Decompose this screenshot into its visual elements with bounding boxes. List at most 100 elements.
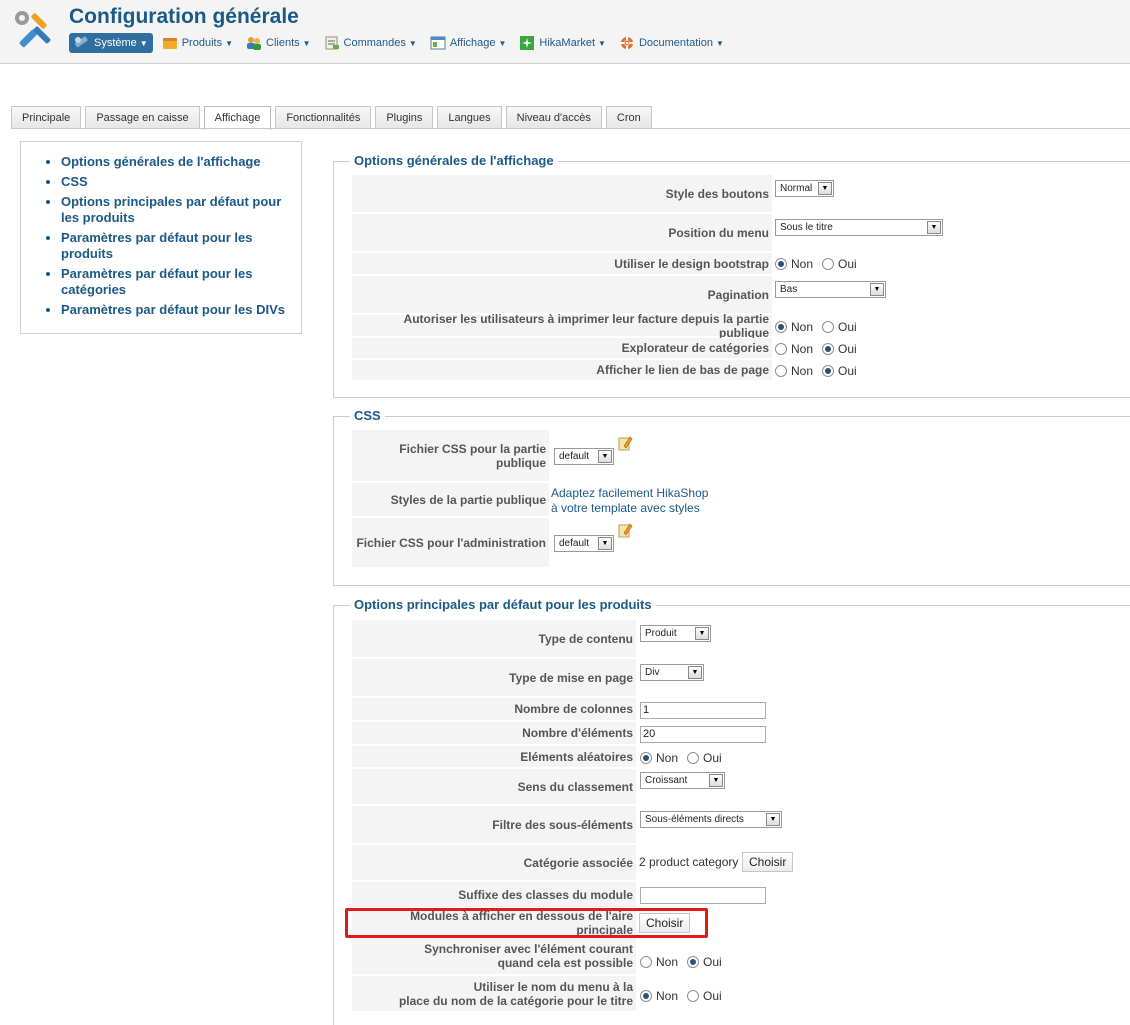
footer-link-radio-group: Non Oui: [775, 364, 866, 378]
elements-input[interactable]: 20: [640, 726, 766, 743]
field-label: Synchroniser avec l'élément courant quan…: [352, 938, 636, 975]
footer-link-no-radio[interactable]: [775, 365, 787, 377]
tab-niveau-acces[interactable]: Niveau d'accès: [505, 106, 602, 129]
chevron-down-icon: ▼: [225, 38, 233, 48]
nav-link-product-main-options[interactable]: Options principales par défaut pour les …: [61, 194, 281, 225]
layout-type-select[interactable]: Div ▼: [640, 664, 704, 681]
menu-clients[interactable]: Clients ▼: [242, 33, 315, 53]
chevron-down-icon: ▼: [927, 221, 941, 234]
row-suffix: Suffixe des classes du module: [352, 882, 1130, 908]
chevron-down-icon: ▼: [766, 813, 780, 826]
field-label: Fichier CSS pour la partie publique: [352, 430, 549, 482]
menu-name-radio-group: Non Oui: [640, 989, 731, 1003]
menu-produits[interactable]: Produits ▼: [158, 33, 237, 53]
suffix-input[interactable]: [640, 887, 766, 904]
products-icon: [162, 38, 177, 49]
top-menu: Système ▼ Produits ▼ Clients ▼ Commandes ▼ A…: [69, 33, 733, 53]
tab-passage-en-caisse[interactable]: Passage en caisse: [85, 106, 200, 129]
menu-systeme[interactable]: Système ▼: [69, 33, 153, 53]
page-header: Configuration générale Système ▼ Produits…: [0, 0, 1130, 64]
admin-css-select[interactable]: default ▼: [554, 535, 614, 552]
field-label: Catégorie associée: [352, 845, 636, 881]
nav-link-div-defaults[interactable]: Paramètres par défaut pour les DIVs: [61, 302, 285, 317]
nav-link-product-defaults[interactable]: Paramètres par défaut pour les produits: [61, 230, 252, 261]
tab-divider: [11, 128, 1130, 129]
row-front-styles: Styles de la partie publique Adaptez fac…: [352, 483, 1130, 517]
menu-hikamarket[interactable]: HikaMarket ▼: [515, 33, 610, 53]
nav-item: Paramètres par défaut pour les produits: [61, 230, 291, 262]
nav-item: Paramètres par défaut pour les DIVs: [61, 302, 291, 318]
sort-order-select[interactable]: Croissant ▼: [640, 772, 725, 789]
row-admin-css: Fichier CSS pour l'administration defaul…: [352, 518, 1130, 568]
row-columns: Nombre de colonnes 1: [352, 698, 1130, 721]
field-label: Utiliser le nom du menu à la place du no…: [352, 976, 636, 1012]
category-choose-button[interactable]: Choisir: [742, 852, 794, 872]
row-button-style: Style des boutons Normal ▼: [352, 175, 1130, 213]
bootstrap-no-radio[interactable]: [775, 258, 787, 270]
edit-icon[interactable]: [617, 435, 633, 451]
nav-link-general-display[interactable]: Options générales de l'affichage: [61, 154, 261, 169]
tab-plugins[interactable]: Plugins: [375, 106, 434, 129]
menu-name-yes-radio[interactable]: [687, 990, 700, 1002]
row-sort-order: Sens du classement Croissant ▼: [352, 769, 1130, 805]
sync-yes-radio[interactable]: [687, 956, 700, 968]
row-sub-filter: Filtre des sous-éléments Sous-éléments d…: [352, 806, 1130, 844]
field-label: Filtre des sous-éléments: [352, 806, 636, 844]
row-footer-link: Afficher le lien de bas de page Non Oui: [352, 360, 1130, 381]
row-print-invoice: Autoriser les utilisateurs à imprimer le…: [352, 312, 1130, 340]
highlight-box: [345, 908, 708, 938]
field-label: Explorateur de catégories: [352, 338, 772, 359]
menu-position-select[interactable]: Sous le titre ▼: [775, 219, 943, 236]
menu-affichage[interactable]: Affichage ▼: [426, 33, 511, 53]
display-icon: [430, 36, 446, 50]
row-menu-position: Position du menu Sous le titre ▼: [352, 214, 1130, 252]
print-invoice-no-radio[interactable]: [775, 321, 787, 333]
nav-link-category-defaults[interactable]: Paramètres par défaut pour les catégorie…: [61, 266, 252, 297]
chevron-down-icon: ▼: [598, 38, 606, 48]
field-label: Sens du classement: [352, 769, 636, 805]
tab-affichage[interactable]: Affichage: [203, 106, 272, 130]
random-yes-radio[interactable]: [687, 752, 700, 764]
nav-link-css[interactable]: CSS: [61, 174, 88, 189]
hikamarket-icon: [520, 36, 535, 50]
random-no-radio[interactable]: [640, 752, 652, 764]
field-label: Eléments aléatoires: [352, 746, 636, 768]
field-label: Styles de la partie publique: [352, 483, 549, 517]
category-explorer-no-radio[interactable]: [775, 343, 787, 355]
row-sync: Synchroniser avec l'élément courant quan…: [352, 938, 1130, 975]
row-category: Catégorie associée 2 product category Ch…: [352, 845, 1130, 881]
fieldset-legend: Options principales par défaut pour les …: [350, 597, 656, 612]
edit-icon[interactable]: [617, 522, 633, 538]
row-layout-type: Type de mise en page Div ▼: [352, 659, 1130, 697]
columns-input[interactable]: 1: [640, 702, 766, 719]
menu-name-no-radio[interactable]: [640, 990, 652, 1002]
sync-radio-group: Non Oui: [640, 955, 731, 969]
row-front-css: Fichier CSS pour la partie publique defa…: [352, 430, 1130, 482]
button-style-select[interactable]: Normal ▼: [775, 180, 834, 197]
tab-cron[interactable]: Cron: [605, 106, 652, 129]
row-elements: Nombre d'éléments 20: [352, 722, 1130, 745]
tab-fonctionnalites[interactable]: Fonctionnalités: [275, 106, 372, 129]
field-label: Style des boutons: [352, 175, 772, 213]
category-explorer-yes-radio[interactable]: [822, 343, 835, 355]
field-label: Type de contenu: [352, 620, 636, 658]
front-styles-link[interactable]: Adaptez facilement HikaShop à votre temp…: [551, 486, 708, 520]
bootstrap-yes-radio[interactable]: [822, 258, 835, 270]
tab-principale[interactable]: Principale: [11, 106, 82, 129]
sub-filter-select[interactable]: Sous-éléments directs ▼: [640, 811, 782, 828]
field-label: Type de mise en page: [352, 659, 636, 697]
field-label: Nombre de colonnes: [352, 698, 636, 721]
tab-langues[interactable]: Langues: [437, 106, 502, 129]
print-invoice-yes-radio[interactable]: [822, 321, 835, 333]
row-bootstrap: Utiliser le design bootstrap Non Oui: [352, 253, 1130, 275]
front-css-select[interactable]: default ▼: [554, 448, 614, 465]
footer-link-yes-radio[interactable]: [822, 365, 835, 377]
clients-icon: [247, 37, 261, 50]
content-type-select[interactable]: Produit ▼: [640, 625, 711, 642]
random-radio-group: Non Oui: [640, 751, 731, 765]
pagination-select[interactable]: Bas ▼: [775, 281, 886, 298]
field-label: Pagination: [352, 276, 772, 314]
menu-commandes[interactable]: Commandes ▼: [320, 33, 421, 53]
menu-documentation[interactable]: Documentation ▼: [615, 33, 728, 53]
sync-no-radio[interactable]: [640, 956, 652, 968]
